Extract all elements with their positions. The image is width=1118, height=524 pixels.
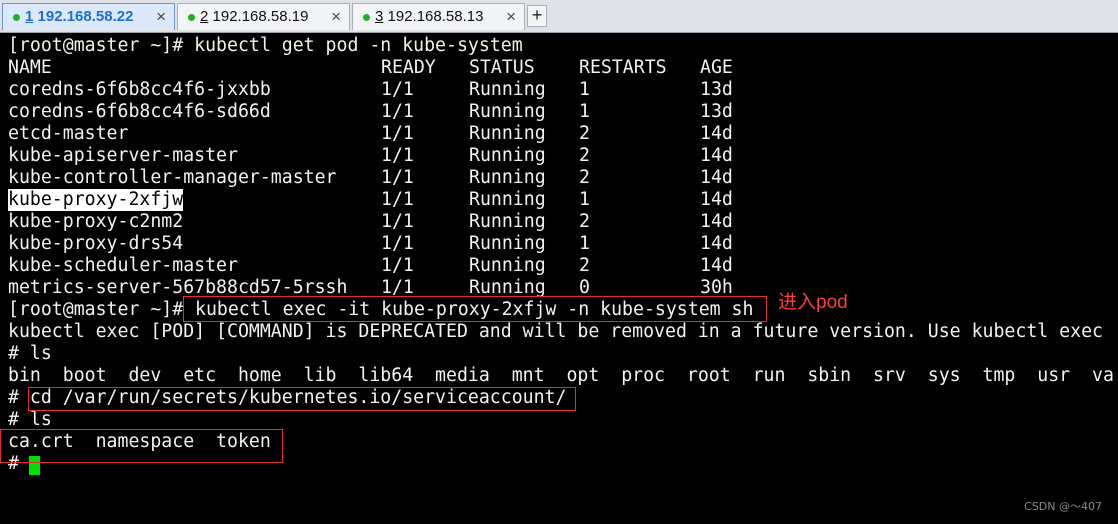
table-row: kube-proxy-drs54 1/1 Running 1 14d	[8, 233, 733, 254]
tab-label: 1 192.168.58.22	[25, 8, 134, 25]
terminal-cursor	[29, 456, 40, 475]
close-tab-icon[interactable]: ×	[506, 4, 516, 30]
connected-status-icon	[188, 14, 195, 21]
close-tab-icon[interactable]: ×	[156, 4, 166, 30]
connected-status-icon	[13, 14, 20, 21]
table-row: metrics-server-567b88cd57-5rssh 1/1 Runn…	[8, 277, 733, 298]
table-row: coredns-6f6b8cc4f6-sd66d 1/1 Running 1 1…	[8, 101, 733, 122]
watermark: CSDN @～407	[1024, 500, 1102, 513]
command-output: bin boot dev etc home lib lib64 media mn…	[8, 365, 1114, 386]
deprecation-warning: kubectl exec [POD] [COMMAND] is DEPRECAT…	[8, 321, 1103, 342]
tab-session-3[interactable]: 3 192.168.58.13 ×	[352, 3, 525, 30]
command-line: # ls	[8, 343, 52, 364]
table-row: etcd-master 1/1 Running 2 14d	[8, 123, 733, 144]
tab-session-1[interactable]: 1 192.168.58.22 ×	[2, 3, 175, 30]
annotation-label: 进入pod	[778, 292, 848, 313]
tab-label: 2 192.168.58.19	[200, 8, 309, 25]
command-line: [root@master ~]# kubectl get pod -n kube…	[8, 35, 523, 56]
table-row: kube-apiserver-master 1/1 Running 2 14d	[8, 145, 733, 166]
exec-command: kubectl exec -it kube-proxy-2xfjw -n kub…	[195, 299, 754, 320]
command-line: # ls	[8, 409, 52, 430]
shell-prompt: [root@master ~]#	[8, 299, 184, 320]
table-row: coredns-6f6b8cc4f6-jxxbb 1/1 Running 1 1…	[8, 79, 733, 100]
close-tab-icon[interactable]: ×	[331, 4, 341, 30]
table-header: NAME READY STATUS RESTARTS AGE	[8, 57, 733, 78]
table-row: kube-proxy-c2nm2 1/1 Running 2 14d	[8, 211, 733, 232]
shell-prompt: #	[8, 453, 19, 474]
command-line: [root@master ~]# kubectl exec -it kube-p…	[8, 299, 1108, 321]
command-line: # cd /var/run/secrets/kubernetes.io/serv…	[8, 387, 567, 408]
tab-session-2[interactable]: 2 192.168.58.19 ×	[177, 3, 350, 30]
table-row: kube-controller-manager-master 1/1 Runni…	[8, 167, 733, 188]
new-tab-button[interactable]: +	[527, 5, 547, 27]
connected-status-icon	[363, 14, 370, 21]
table-row: kube-scheduler-master 1/1 Running 2 14d	[8, 255, 733, 276]
command-output: ca.crt namespace token	[8, 431, 271, 452]
table-row: kube-proxy-2xfjw 1/1 Running 1 14d	[8, 189, 733, 211]
terminal-output[interactable]: [root@master ~]# kubectl get pod -n kube…	[0, 34, 1118, 524]
tab-label: 3 192.168.58.13	[375, 8, 484, 25]
selected-pod-name[interactable]: kube-proxy-2xfjw	[8, 189, 184, 211]
tab-bar: 1 192.168.58.22 × 2 192.168.58.19 × 3 19…	[0, 0, 1118, 33]
